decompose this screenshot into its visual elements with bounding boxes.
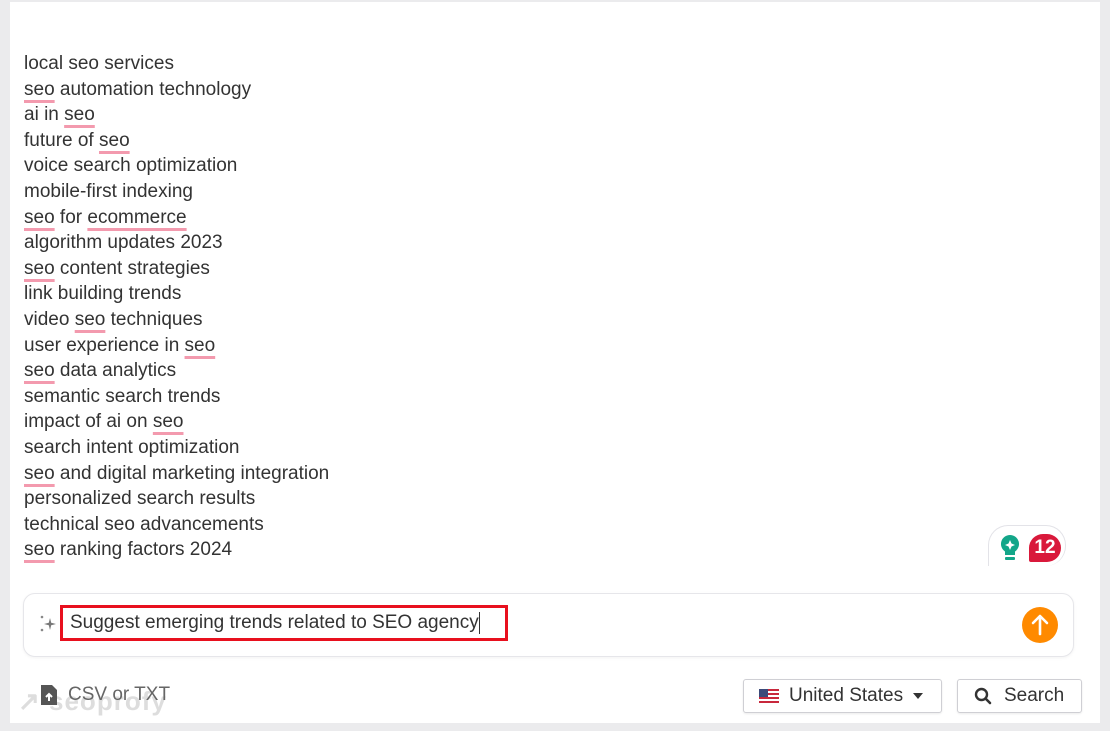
keyword-item: voice search optimization	[24, 153, 329, 179]
keyword-item: search intent optimization	[24, 435, 329, 461]
spellcheck-flagged-word: ecommerce	[87, 206, 187, 228]
keyword-text: impact of ai on	[24, 411, 153, 433]
country-label: United States	[789, 685, 904, 706]
spellcheck-flagged-word: seo	[184, 334, 216, 356]
sparkle-icon	[40, 615, 56, 632]
keyword-text: search intent optimization	[24, 436, 240, 458]
keyword-text: automation technology	[54, 78, 252, 100]
issue-count: 12	[1029, 534, 1061, 562]
keyword-item: seo data analytics	[24, 358, 329, 384]
text-caret	[478, 611, 480, 634]
keyword-item: technical seo advancements	[24, 512, 329, 538]
keyword-text: user experience in	[24, 334, 185, 356]
keyword-text: for	[54, 206, 88, 228]
keyword-item: seo content strategies	[24, 256, 329, 282]
spellcheck-flagged-word: seo	[24, 539, 55, 561]
keyword-text: local seo services	[24, 53, 174, 74]
keyword-item: user experience in seo	[24, 333, 329, 359]
send-button[interactable]	[1022, 607, 1058, 643]
keyword-list: local seo services seo automation technol…	[24, 51, 329, 563]
grammar-checker-badge[interactable]: 12	[988, 525, 1066, 566]
keyword-item: video seo techniques	[24, 307, 329, 333]
upload-csv-button[interactable]: CSV or TXT	[40, 684, 170, 706]
keyword-text: ai in	[24, 104, 65, 126]
keyword-item: seo for ecommerce	[24, 205, 329, 231]
keyword-text: ranking factors 2024	[54, 539, 233, 561]
keyword-item: seo and digital marketing integration	[24, 461, 329, 487]
keyword-item: local seo services	[24, 51, 329, 77]
keyword-text: link building trends	[24, 283, 182, 305]
keyword-item: mobile-first indexing	[24, 179, 329, 205]
keyword-text: video	[24, 308, 75, 330]
keyword-text: data analytics	[54, 360, 177, 382]
keyword-text: technical seo advancements	[24, 513, 264, 535]
prompt-text: Suggest emerging trends related to SEO a…	[70, 612, 479, 633]
keyword-item: semantic search trends	[24, 384, 329, 410]
keyword-item: algorithm updates 2023	[24, 230, 329, 256]
spellcheck-flagged-word: seo	[152, 411, 184, 433]
keyword-text: personalized search results	[24, 488, 256, 510]
keyword-text: techniques	[105, 308, 203, 330]
us-flag-icon	[759, 689, 779, 703]
keyword-item: seo automation technology	[24, 77, 329, 103]
upload-label: CSV or TXT	[68, 684, 171, 705]
lightbulb-icon	[1000, 534, 1020, 560]
spellcheck-flagged-word: seo	[24, 462, 55, 484]
spellcheck-flagged-word: seo	[24, 78, 55, 100]
keyword-item: future of seo	[24, 128, 329, 154]
keyword-text: content strategies	[54, 257, 210, 279]
keyword-text: semantic search trends	[24, 385, 221, 407]
spellcheck-flagged-word: seo	[24, 257, 55, 279]
country-select[interactable]: United States	[743, 679, 942, 713]
search-icon	[974, 687, 992, 705]
caret-down-icon	[913, 693, 924, 699]
keyword-text: voice search optimization	[24, 155, 238, 177]
keyword-item: link building trends	[24, 281, 329, 307]
keyword-item: personalized search results	[24, 486, 329, 512]
keyword-text: future of	[24, 129, 99, 151]
file-upload-icon	[41, 685, 57, 705]
prompt-input[interactable]: Suggest emerging trends related to SEO a…	[60, 605, 508, 641]
spellcheck-flagged-word: seo	[64, 104, 95, 126]
prompt-box: Suggest emerging trends related to SEO a…	[23, 593, 1074, 657]
spellcheck-flagged-word: seo	[99, 129, 130, 151]
search-label: Search	[1004, 685, 1065, 706]
spellcheck-flagged-word: seo	[24, 206, 55, 228]
keyword-item: seo ranking factors 2024	[24, 537, 329, 563]
keyword-text: mobile-first indexing	[24, 180, 193, 202]
keyword-text: algorithm updates 2023	[24, 232, 223, 254]
search-button[interactable]: Search	[957, 679, 1082, 713]
spellcheck-flagged-word: seo	[24, 360, 55, 382]
keyword-item: ai in seo	[24, 102, 329, 128]
keyword-text: and digital marketing integration	[54, 462, 330, 484]
keyword-item: impact of ai on seo	[24, 409, 329, 435]
spellcheck-flagged-word: seo	[74, 308, 106, 330]
arrow-up-icon	[1031, 614, 1049, 636]
